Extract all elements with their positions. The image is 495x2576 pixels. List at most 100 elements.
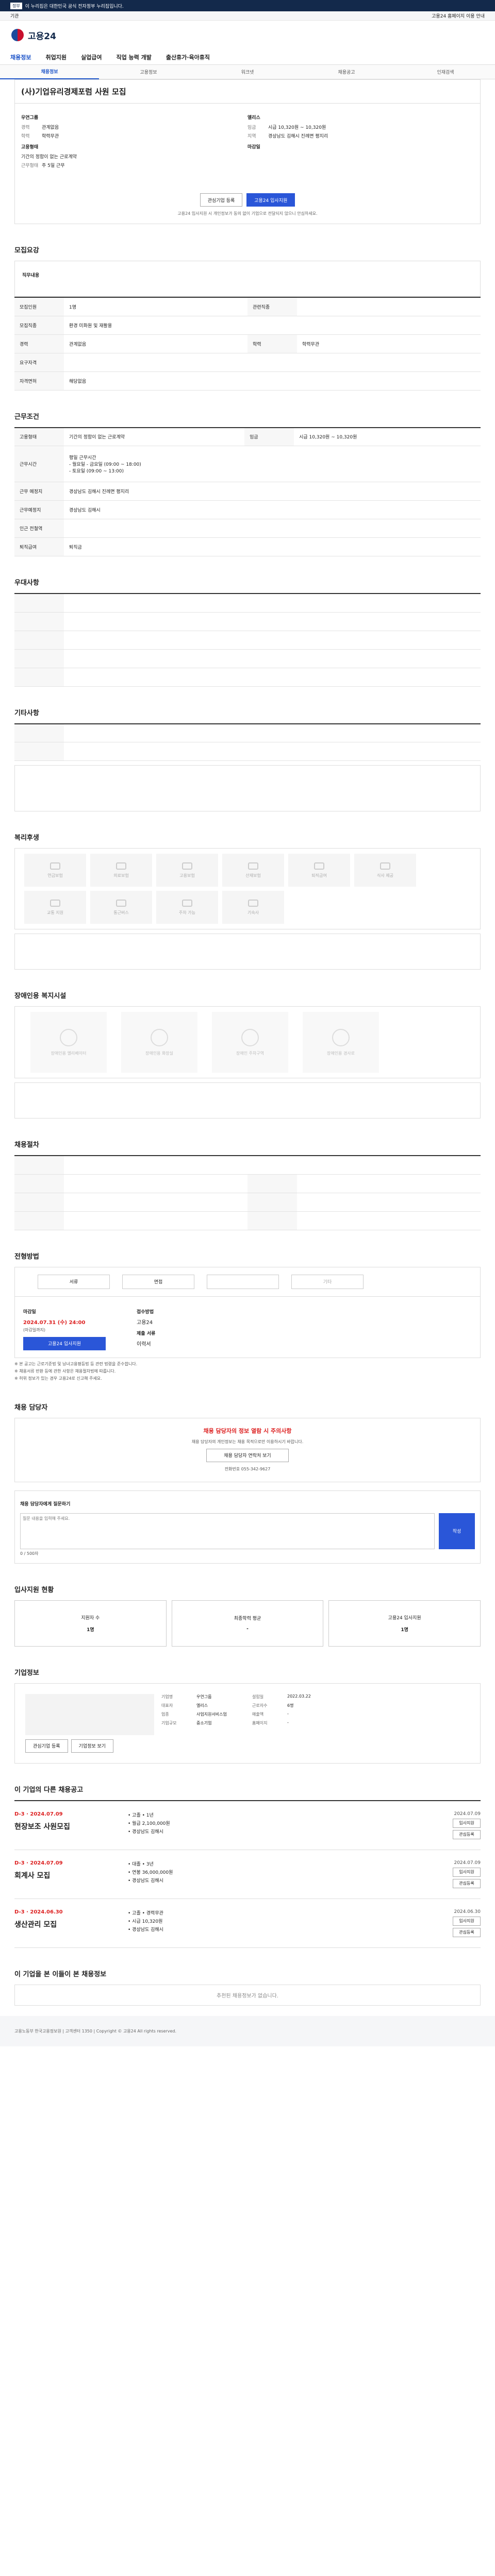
accessibility-icon <box>241 1028 259 1046</box>
nav-item[interactable]: 직업 능력 개발 <box>116 53 151 61</box>
biz-value: - <box>287 1720 289 1725</box>
row-value: 경상남도 김해시 <box>64 500 481 519</box>
row-value <box>64 612 481 631</box>
biz-interest-button[interactable]: 관심기업 등록 <box>25 1739 68 1753</box>
other-job-apply-button[interactable]: 입사지원 <box>453 1867 481 1877</box>
stats-card-label: 최종학력 평균 <box>234 1616 261 1621</box>
disability-label: 장애인용 엘리베이터 <box>51 1050 87 1056</box>
other-job-dday: D-3 · 2024.07.09 <box>14 1811 63 1817</box>
edu-value: 학력무관 <box>42 134 59 139</box>
row-value <box>64 1211 248 1230</box>
welfare-label: 통근버스 <box>113 910 129 915</box>
welfare-label: 교통 지원 <box>47 910 63 915</box>
logo-icon[interactable] <box>11 29 24 41</box>
row-key <box>14 668 64 687</box>
job-desc-panel: 직무내용 <box>14 261 481 297</box>
biz-key: 근로자수 <box>252 1703 268 1708</box>
sub-nav-item[interactable]: 채용정보 <box>0 65 99 79</box>
emp-value: 기간의 정함이 없는 근로계약 <box>21 155 77 160</box>
stats-card: 고용24 입사지원 1명 <box>328 1600 481 1647</box>
welfare-icon <box>50 899 60 907</box>
welfare-card: 고용보험 <box>156 854 218 887</box>
section-title: 이 기업의 다른 채용공고 <box>14 1786 84 1794</box>
other-job-info: • 경상남도 김해시 <box>128 1829 163 1835</box>
career-label: 경력 <box>21 125 30 130</box>
inquiry-textarea[interactable] <box>20 1513 435 1549</box>
brand-name[interactable]: 고용24 <box>28 29 56 42</box>
welfare-card: 식사 제공 <box>354 854 416 887</box>
row-key: 근무 예정지 <box>14 482 64 501</box>
howto-note: ※ 허위 정보가 있는 경우 고용24로 신고해 주세요. <box>14 1376 102 1381</box>
section-title: 근무조건 <box>14 413 39 421</box>
inquiry-submit-button[interactable]: 작성 <box>439 1513 475 1549</box>
section-title: 입사지원 현황 <box>14 1586 54 1594</box>
recruit-table: 모집인원 1명 관련직종 모집직종 환경 미화원 및 재활용 경력 관계없음 학력 학력무관… <box>14 297 481 391</box>
pay-label: 임금 <box>248 125 256 130</box>
row-key: 모집인원 <box>14 297 64 316</box>
biz-grid: 기업명 우연그룹 설립일 2022.03.22 대표자 엘리스 근로자수 6명 업종 사업지원… <box>161 1694 339 1753</box>
sub-nav-item[interactable]: 인재검색 <box>396 69 495 75</box>
other-job-dday: D-3 · 2024.06.30 <box>14 1909 63 1915</box>
emp-label: 고용형태 <box>21 145 39 150</box>
other-jobs-list: D-3 · 2024.07.09 현장보조 사원모집 • 고졸 • 1년 • 월급 2… <box>14 1800 481 1948</box>
nav-item[interactable]: 채용정보 <box>10 53 31 61</box>
welfare-label: 주차 가능 <box>179 910 195 915</box>
apply-note: 고용24 입사지원 시 개인정보가 동의 없이 기업으로 전달되지 않으니 안심… <box>177 211 318 216</box>
welfare-label: 퇴직급여 <box>311 873 327 878</box>
other-job-item[interactable]: D-3 · 2024.07.09 현장보조 사원모집 • 고졸 • 1년 • 월급 2… <box>14 1801 481 1850</box>
ceo-name: 엘리스 <box>248 115 260 121</box>
show-contact-button[interactable]: 채용 담당자 연락처 보기 <box>206 1448 289 1462</box>
other-job-title[interactable]: 회계사 모집 <box>14 1870 128 1880</box>
disability-label: 장애인용 경사로 <box>326 1050 355 1056</box>
row-value <box>297 1174 481 1193</box>
welfare-icon <box>182 862 192 870</box>
other-job-item[interactable]: D-3 · 2024.06.30 생산관리 모집 • 고졸 • 경력무관 • 시급 1… <box>14 1899 481 1948</box>
gov-label[interactable]: 기관 <box>10 12 19 19</box>
section-title: 이 기업을 본 이들이 본 채용정보 <box>14 1970 107 1978</box>
user-link[interactable]: 고용24 홈페이지 이용 안내 <box>432 12 485 19</box>
welfare-panel: 연금보험 의료보험 고용보험 산재보험 퇴직급여 식사 제공 교통 지원 통근버… <box>14 848 481 929</box>
biz-value: - <box>287 1711 289 1716</box>
disability-label: 장애인 주차구역 <box>236 1050 265 1056</box>
other-job-title[interactable]: 현장보조 사원모집 <box>14 1821 128 1832</box>
other-job-interest-button[interactable]: 관심등록 <box>453 1927 481 1937</box>
row-value: 학력무관 <box>297 334 481 353</box>
job-summary: (사)기업유리경제포럼 사원 모집 우연그룹 경력 관계없음 학력 학력무관 고용형… <box>14 79 481 224</box>
sub-nav-item[interactable]: 채용공고 <box>297 69 396 75</box>
apply-button[interactable]: 고용24 입사지원 <box>246 193 295 207</box>
row-key <box>14 612 64 631</box>
apply-method-label: 접수방법 <box>137 1309 154 1315</box>
interest-button[interactable]: 관심기업 등록 <box>200 193 243 207</box>
welfare-label: 식사 제공 <box>377 873 393 878</box>
etc-note-panel <box>14 765 481 811</box>
nav-item[interactable]: 출산휴가·육아휴직 <box>166 53 210 61</box>
section-title: 채용 담당자 <box>14 1403 48 1412</box>
util-bar: 기관 고용24 홈페이지 이용 안내 <box>0 11 495 21</box>
row-key <box>14 631 64 650</box>
welfare-card: 퇴직급여 <box>288 854 350 887</box>
welfare-icon <box>380 862 390 870</box>
biz-info-button[interactable]: 기업정보 보기 <box>71 1739 114 1753</box>
welfare-label: 고용보험 <box>179 873 195 878</box>
other-job-apply-button[interactable]: 입사지원 <box>453 1916 481 1926</box>
sub-nav-item[interactable]: 고용정보 <box>99 69 198 75</box>
row-key: 고용형태 <box>14 427 64 446</box>
other-job-info: • 대졸 • 3년 <box>128 1861 154 1867</box>
other-job-apply-button[interactable]: 입사지원 <box>453 1818 481 1828</box>
other-job-item[interactable]: D-3 · 2024.07.09 회계사 모집 • 대졸 • 3년 • 연봉 36,0… <box>14 1850 481 1899</box>
other-job-interest-button[interactable]: 관심등록 <box>453 1878 481 1888</box>
other-job-interest-button[interactable]: 관심등록 <box>453 1829 481 1839</box>
row-value <box>297 1193 481 1212</box>
section-title: 장애인용 복지시설 <box>14 992 67 1000</box>
row-value <box>64 1174 248 1193</box>
manager-alert: 채용 담당자의 정보 열람 시 주의사항 <box>203 1427 292 1434</box>
sub-nav-item[interactable]: 워크넷 <box>198 69 297 75</box>
footer: 고용노동부 한국고용정보원 | 고객센터 1350 | Copyright © … <box>0 2015 495 2046</box>
method-step: 기타 <box>291 1274 364 1289</box>
row-value <box>64 594 481 613</box>
nav-item[interactable]: 실업급여 <box>81 53 102 61</box>
other-job-title[interactable]: 생산관리 모집 <box>14 1919 128 1929</box>
nav-item[interactable]: 취업지원 <box>45 53 66 61</box>
stats-card-value: - <box>246 1626 249 1632</box>
howto-apply-button[interactable]: 고용24 입사지원 <box>23 1336 106 1350</box>
